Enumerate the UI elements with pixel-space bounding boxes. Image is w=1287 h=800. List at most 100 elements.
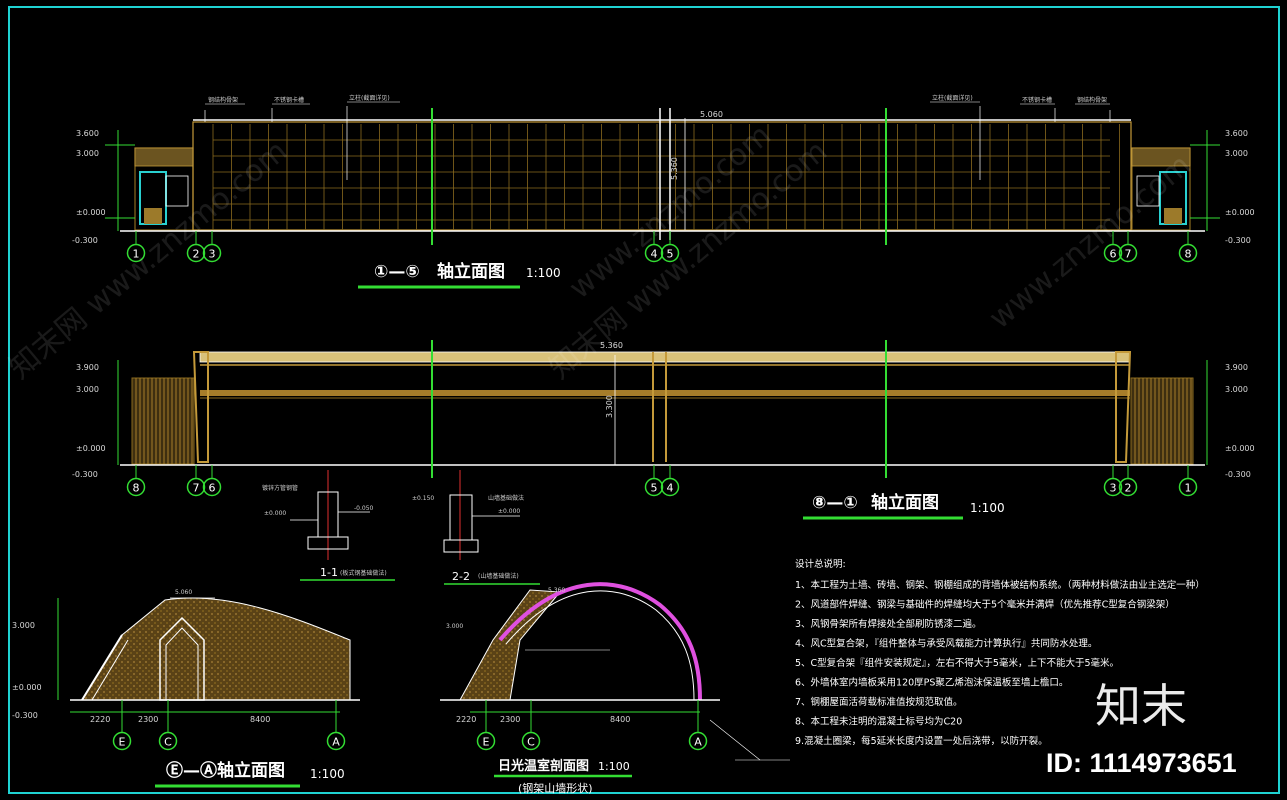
site-logo: 知末 bbox=[1095, 679, 1187, 733]
svg-text:设计总说明:: 设计总说明: bbox=[795, 558, 846, 570]
note-line: 7、钢棚屋面活荷载标准值按规范取值。 bbox=[795, 696, 963, 708]
title-elev-8-1: ⑧—① 轴立面图 1:100 bbox=[803, 492, 1005, 520]
svg-text:A: A bbox=[332, 736, 340, 749]
axis-marker-mid-2: 2 bbox=[1118, 465, 1138, 497]
title-section: 日光温室剖面图 1:100 (钢架山墙形状) bbox=[494, 758, 632, 795]
axis-marker-mid-8: 8 bbox=[126, 465, 146, 497]
svg-text:5.360: 5.360 bbox=[670, 157, 679, 180]
axis-marker-mid-3: 3 bbox=[1103, 465, 1123, 497]
detail-2-2: ±0.150 山墙基础做法 ±0.000 2-2 (山墙基础做法) bbox=[412, 470, 540, 585]
axis-marker-ea-c: C bbox=[158, 719, 178, 751]
svg-text:7: 7 bbox=[1125, 248, 1132, 261]
axis-marker-mid-7: 7 bbox=[186, 465, 206, 497]
svg-text:山墙基础做法: 山墙基础做法 bbox=[488, 494, 524, 502]
svg-text:5.060: 5.060 bbox=[700, 110, 723, 119]
svg-text:3.000: 3.000 bbox=[76, 385, 99, 394]
svg-text:2300: 2300 bbox=[138, 715, 158, 724]
axis-marker-section-a: A bbox=[688, 719, 708, 751]
svg-text:E: E bbox=[119, 736, 126, 749]
svg-text:±0.000: ±0.000 bbox=[1225, 444, 1255, 453]
svg-text:轴立面图: 轴立面图 bbox=[437, 261, 505, 282]
svg-text:3.300: 3.300 bbox=[605, 395, 614, 418]
svg-text:(板式钢基础做法): (板式钢基础做法) bbox=[340, 569, 387, 577]
note-line: 1、本工程为土墙、砖墙、钢架、钢棚组成的背墙体被结构系统。（两种材料做法由业主选… bbox=[795, 579, 1205, 591]
svg-text:1-1: 1-1 bbox=[320, 566, 338, 579]
svg-text:镀锌方管钢管: 镀锌方管钢管 bbox=[262, 484, 298, 492]
axis-marker-mid-4: 4 bbox=[660, 465, 680, 497]
svg-text:3.600: 3.600 bbox=[76, 129, 99, 138]
svg-text:C: C bbox=[164, 736, 172, 749]
svg-text:A: A bbox=[694, 736, 702, 749]
svg-text:8400: 8400 bbox=[610, 715, 630, 724]
svg-text:(钢架山墙形状): (钢架山墙形状) bbox=[518, 781, 593, 795]
svg-text:钢结构骨架: 钢结构骨架 bbox=[1077, 96, 1107, 104]
svg-text:不锈钢卡槽: 不锈钢卡槽 bbox=[274, 96, 304, 104]
svg-text:Ⓔ—Ⓐ: Ⓔ—Ⓐ bbox=[166, 760, 217, 781]
svg-text:±0.000: ±0.000 bbox=[1225, 208, 1255, 217]
detail-1-1: 镀锌方管钢管 ±0.000 -0.050 1-1 (板式钢基础做法) bbox=[262, 470, 395, 581]
svg-text:立柱(截面详见): 立柱(截面详见) bbox=[349, 94, 390, 102]
svg-text:1: 1 bbox=[1185, 482, 1192, 495]
svg-text:4: 4 bbox=[667, 482, 674, 495]
axis-marker-section-e: E bbox=[476, 719, 496, 751]
note-line: 2、风道部件焊缝、钢梁与基础件的焊缝均大于5个毫米并满焊（优先推荐C型复合钢梁架… bbox=[795, 599, 1175, 611]
svg-text:5.060: 5.060 bbox=[175, 589, 192, 596]
svg-text:5.360: 5.360 bbox=[548, 587, 565, 594]
svg-text:2300: 2300 bbox=[500, 715, 520, 724]
svg-text:立柱(截面详见): 立柱(截面详见) bbox=[932, 94, 973, 102]
svg-text:2-2: 2-2 bbox=[452, 570, 470, 583]
svg-text:1:100: 1:100 bbox=[526, 266, 561, 280]
svg-text:±0.000: ±0.000 bbox=[12, 683, 42, 692]
svg-text:7: 7 bbox=[193, 482, 200, 495]
svg-text:钢结构骨架: 钢结构骨架 bbox=[208, 96, 238, 104]
axis-marker-section-c: C bbox=[521, 719, 541, 751]
note-line: 6、外墙体室内墙板采用120厚PS聚乙烯泡沫保温板至墙上檐口。 bbox=[795, 677, 1068, 689]
svg-text:-0.050: -0.050 bbox=[354, 505, 374, 512]
svg-text:3: 3 bbox=[209, 248, 216, 261]
svg-text:C: C bbox=[527, 736, 535, 749]
svg-text:不锈钢卡槽: 不锈钢卡槽 bbox=[1022, 96, 1052, 104]
axis-marker-top-8: 8 bbox=[1178, 231, 1198, 263]
axis-marker-top-3: 3 bbox=[202, 231, 222, 263]
greenhouse-section: 5.360 3.000 2220 2300 8400 E C A 日光温室剖面图 1… bbox=[440, 582, 790, 795]
svg-text:⑧—①: ⑧—① bbox=[812, 493, 858, 513]
svg-text:3.000: 3.000 bbox=[1225, 149, 1248, 158]
svg-text:±0.000: ±0.000 bbox=[76, 444, 106, 453]
axis-marker-mid-1: 1 bbox=[1178, 465, 1198, 497]
svg-text:±0.000: ±0.000 bbox=[498, 508, 520, 515]
svg-text:2220: 2220 bbox=[456, 715, 476, 724]
svg-text:1:100: 1:100 bbox=[310, 767, 345, 781]
image-id: ID: 1114973651 bbox=[1046, 748, 1237, 778]
svg-text:-0.300: -0.300 bbox=[1225, 236, 1251, 245]
svg-text:3: 3 bbox=[1110, 482, 1117, 495]
svg-text:-0.300: -0.300 bbox=[12, 711, 38, 720]
svg-text:轴立面图: 轴立面图 bbox=[871, 492, 939, 513]
svg-text:6: 6 bbox=[209, 482, 216, 495]
svg-text:±0.000: ±0.000 bbox=[76, 208, 106, 217]
svg-text:5: 5 bbox=[651, 482, 658, 495]
svg-text:E: E bbox=[483, 736, 490, 749]
svg-text:1:100: 1:100 bbox=[598, 760, 630, 773]
svg-text:8400: 8400 bbox=[250, 715, 270, 724]
note-line: 8、本工程未注明的混凝土标号均为C20 bbox=[795, 716, 962, 728]
svg-text:3.000: 3.000 bbox=[446, 623, 463, 630]
svg-text:3.900: 3.900 bbox=[1225, 363, 1248, 372]
svg-text:-0.300: -0.300 bbox=[72, 470, 98, 479]
elevation-8-1: 5.360 3.300 3.900 3.000 ±0.000 -0.300 3.… bbox=[72, 340, 1255, 520]
title-elev-1-5: ①—⑤ 轴立面图 1:100 bbox=[358, 261, 561, 289]
svg-text:±0.150: ±0.150 bbox=[412, 495, 434, 502]
svg-text:3.000: 3.000 bbox=[12, 621, 35, 630]
svg-text:-0.300: -0.300 bbox=[72, 236, 98, 245]
svg-text:(山墙基础做法): (山墙基础做法) bbox=[478, 572, 519, 580]
title-elev-e-a: Ⓔ—Ⓐ 轴立面图 1:100 bbox=[155, 760, 345, 788]
svg-text:①—⑤: ①—⑤ bbox=[374, 262, 420, 282]
svg-text:3.600: 3.600 bbox=[1225, 129, 1248, 138]
svg-text:3.900: 3.900 bbox=[76, 363, 99, 372]
svg-text:2220: 2220 bbox=[90, 715, 110, 724]
svg-text:-0.300: -0.300 bbox=[1225, 470, 1251, 479]
svg-text:3.000: 3.000 bbox=[76, 149, 99, 158]
svg-text:2: 2 bbox=[193, 248, 200, 261]
elevation-e-a: 5.060 3.000 ±0.000 -0.300 2220 2300 8400… bbox=[12, 589, 360, 788]
svg-text:±0.000: ±0.000 bbox=[264, 510, 286, 517]
axis-marker-ea-a: A bbox=[326, 719, 346, 751]
